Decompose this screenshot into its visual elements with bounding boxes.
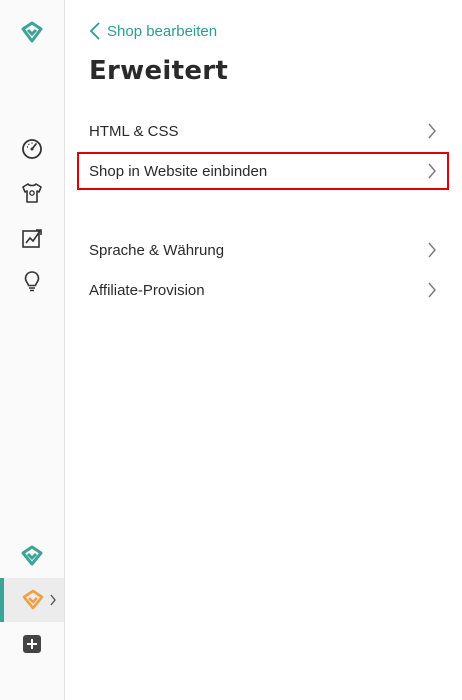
menu-item-language-currency[interactable]: Sprache & Währung: [77, 231, 449, 269]
chevron-right-icon: [428, 242, 436, 258]
main-panel: Shop bearbeiten Erweitert HTML & CSS Sho…: [65, 0, 462, 700]
menu-item-label: Affiliate-Provision: [89, 281, 205, 299]
menu-item-html-css[interactable]: HTML & CSS: [77, 112, 449, 150]
chevron-right-icon: [428, 282, 436, 298]
sidebar: [0, 0, 65, 700]
shop-logo-orange-icon: [20, 587, 46, 613]
menu-item-label: Shop in Website einbinden: [89, 162, 268, 180]
menu-item-affiliate[interactable]: Affiliate-Provision: [77, 271, 449, 309]
menu-item-shop-in-website[interactable]: Shop in Website einbinden: [77, 152, 449, 190]
add-icon[interactable]: [19, 631, 45, 657]
chevron-right-icon: [49, 592, 57, 608]
chevron-left-icon: [89, 22, 100, 40]
statistics-chart-icon[interactable]: [19, 225, 45, 251]
tshirt-icon[interactable]: [19, 180, 45, 206]
chevron-right-icon: [428, 123, 436, 139]
back-link[interactable]: Shop bearbeiten: [89, 20, 217, 42]
active-indicator: [0, 578, 4, 622]
brand-logo-icon[interactable]: [19, 20, 45, 46]
chevron-right-icon: [428, 163, 436, 179]
back-link-label: Shop bearbeiten: [107, 22, 218, 40]
page-title: Erweitert: [89, 56, 229, 86]
menu-item-label: Sprache & Währung: [89, 241, 225, 259]
menu-item-label: HTML & CSS: [89, 122, 179, 140]
shop-logo-icon[interactable]: [19, 543, 45, 569]
lightbulb-icon[interactable]: [19, 268, 45, 294]
active-shop-item[interactable]: [0, 578, 64, 622]
dashboard-gauge-icon[interactable]: [19, 135, 45, 161]
